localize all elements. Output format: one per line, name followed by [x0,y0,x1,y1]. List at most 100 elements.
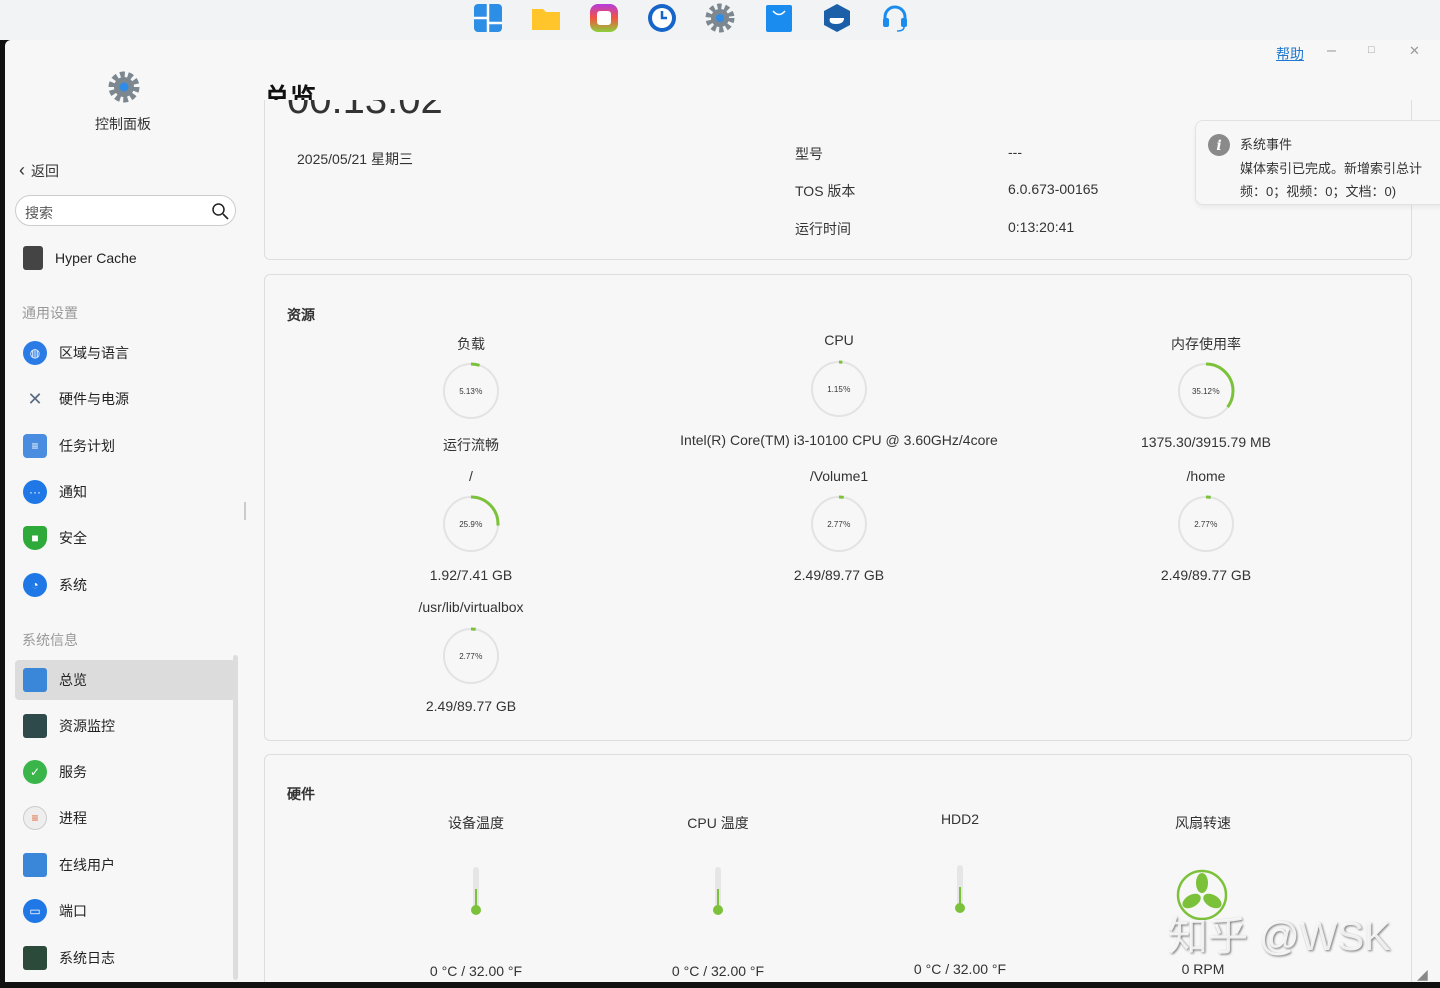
sidebar-item-online-users[interactable]: 在线用户 [15,845,235,885]
volume-gauge: 25.9％ [441,494,501,554]
control-panel-window: 控制面板 ‹ 返回 搜索 Hyper Cache 通用设置 ◍ 区域与语言 ✕ 硬件与… [5,40,1440,982]
search-icon[interactable] [211,202,229,220]
gauge-value: 25.9％ [459,519,483,529]
shield-icon: ■ [23,526,47,550]
volume-usage: 2.49/89.77 GB [1160,567,1252,583]
fan-speed-value: 0 RPM [1181,961,1225,977]
sensor-label: CPU 温度 [687,815,749,831]
taskbar-dock [0,0,1440,40]
sidebar-resize-handle[interactable] [244,502,246,520]
gauge-value: 1.15％ [827,384,851,394]
gauge-value: 2.77％ [827,519,851,529]
memory-detail: 1375.30/3915.79 MB [1141,434,1271,450]
sensor-label: 设备温度 [448,815,504,831]
model-value: --- [1008,144,1022,160]
sidebar-item-label: Hyper Cache [55,250,137,266]
globe-icon: ◍ [23,341,47,365]
gauge-value: 2.77％ [459,651,483,661]
sidebar-item-label: 安全 [59,530,87,546]
cpu-detail: Intel(R) Core(TM) i3-10100 CPU @ 3.60GHz… [680,432,998,448]
monitor-icon [23,668,47,692]
resources-title: 资源 [287,307,315,323]
sensor-value: 0 °C / 32.00 °F [671,963,765,979]
hyper-cache-icon [23,246,43,270]
sensor-value: 0 °C / 32.00 °F [913,961,1007,977]
sensor-label: HDD2 [940,811,980,827]
service-check-icon: ✓ [23,760,47,784]
back-button[interactable]: ‹ 返回 [19,160,59,181]
thermometer-icon [470,867,482,919]
volume-usage: 2.49/89.77 GB [425,698,517,714]
fan-speed-label: 风扇转速 [1175,815,1231,831]
sidebar-item-label: 区域与语言 [59,345,129,361]
volume-gauge: 2.77％ [809,494,869,554]
sidebar-item-label: 系统日志 [59,950,115,966]
sidebar-item-security[interactable]: ■ 安全 [15,518,235,558]
volume-name: /home [1186,468,1226,484]
sidebar-item-task-scheduler[interactable]: ≡ 任务计划 [15,426,235,466]
tos-version-value: 6.0.673-00165 [1008,181,1099,197]
chat-bubble-icon: ··· [23,480,47,504]
sidebar-item-overview[interactable]: 总览 [15,660,235,700]
log-icon [23,946,47,970]
store-bag-icon[interactable] [763,2,795,34]
sidebar-scrollbar[interactable] [233,655,238,980]
sidebar-item-hardware-power[interactable]: ✕ 硬件与电源 [15,379,235,419]
section-system-info: 系统信息 [22,632,78,648]
search-input[interactable]: 搜索 [15,195,236,226]
clock-backup-icon[interactable] [646,2,678,34]
settings-icon[interactable] [704,2,736,34]
close-button[interactable]: ✕ [1409,43,1420,59]
sidebar-item-region-language[interactable]: ◍ 区域与语言 [15,333,235,373]
sidebar-item-system-log[interactable]: 系统日志 [15,938,235,978]
tools-icon: ✕ [27,388,43,409]
memory-gauge: 35.12％ [1176,361,1236,421]
sidebar-item-processes[interactable]: ≡ 进程 [15,798,235,838]
svg-text:i: i [1216,138,1221,154]
volume-gauge: 2.77％ [441,626,501,686]
gauge-value: 2.77％ [1194,519,1218,529]
sidebar-item-ports[interactable]: ▭ 端口 [15,891,235,931]
users-monitor-icon [23,853,47,877]
folder-icon[interactable] [530,2,562,34]
sidebar-item-resource-monitor[interactable]: 资源监控 [15,706,235,746]
sidebar-item-notification[interactable]: ··· 通知 [15,472,235,512]
gauge-value: 5.13％ [459,386,483,396]
sidebar-item-label: 系统 [59,577,87,593]
volume-name: /usr/lib/virtualbox [418,599,524,615]
maximize-button[interactable]: □ [1368,44,1375,56]
minimize-button[interactable]: – [1327,42,1336,60]
notification-title: 系统事件 [1240,137,1293,152]
sidebar-item-label: 任务计划 [59,438,115,454]
gear-icon [107,70,141,109]
sidebar-item-label: 总览 [59,672,87,688]
sidebar-item-label: 端口 [59,903,87,919]
load-status: 运行流畅 [443,437,499,453]
clock-time: 00:13:02 [287,100,443,122]
notification-toast[interactable]: i 系统事件 媒体索引已完成。新增索引总计 频：0；视频：0；文档：0) [1195,120,1440,205]
sidebar-item-system[interactable]: ◔ 系统 [15,565,235,605]
sidebar-item-label: 服务 [59,764,87,780]
model-label: 型号 [795,146,823,162]
resources-card: 资源 负载 5.13％ 运行流畅 CPU 1.15％ Intel(R) Core… [264,274,1412,741]
notification-body-line1: 媒体索引已完成。新增索引总计 [1240,161,1423,176]
docker-icon[interactable] [821,2,853,34]
sidebar-item-label: 在线用户 [59,857,115,873]
back-label: 返回 [31,162,59,179]
help-link[interactable]: 帮助 [1276,44,1304,64]
search-placeholder: 搜索 [25,205,53,221]
sidebar-title: 控制面板 [95,116,151,132]
task-list-icon: ≡ [23,434,47,458]
tos-version-label: TOS 版本 [795,183,856,199]
photos-icon[interactable] [588,2,620,34]
sidebar-item-services[interactable]: ✓ 服务 [15,752,235,792]
watermark: 知乎 @WSK [1168,915,1391,959]
volume-usage: 2.49/89.77 GB [793,567,885,583]
support-headset-icon[interactable] [879,2,911,34]
layout-icon[interactable] [472,2,504,34]
system-gauge-icon: ◔ [23,573,47,597]
resize-grip-icon[interactable]: ◢ [1417,966,1428,982]
volume-usage: 1.92/7.41 GB [429,567,513,583]
sidebar-item-hyper-cache[interactable]: Hyper Cache [15,238,235,278]
load-label: 负载 [457,336,485,352]
